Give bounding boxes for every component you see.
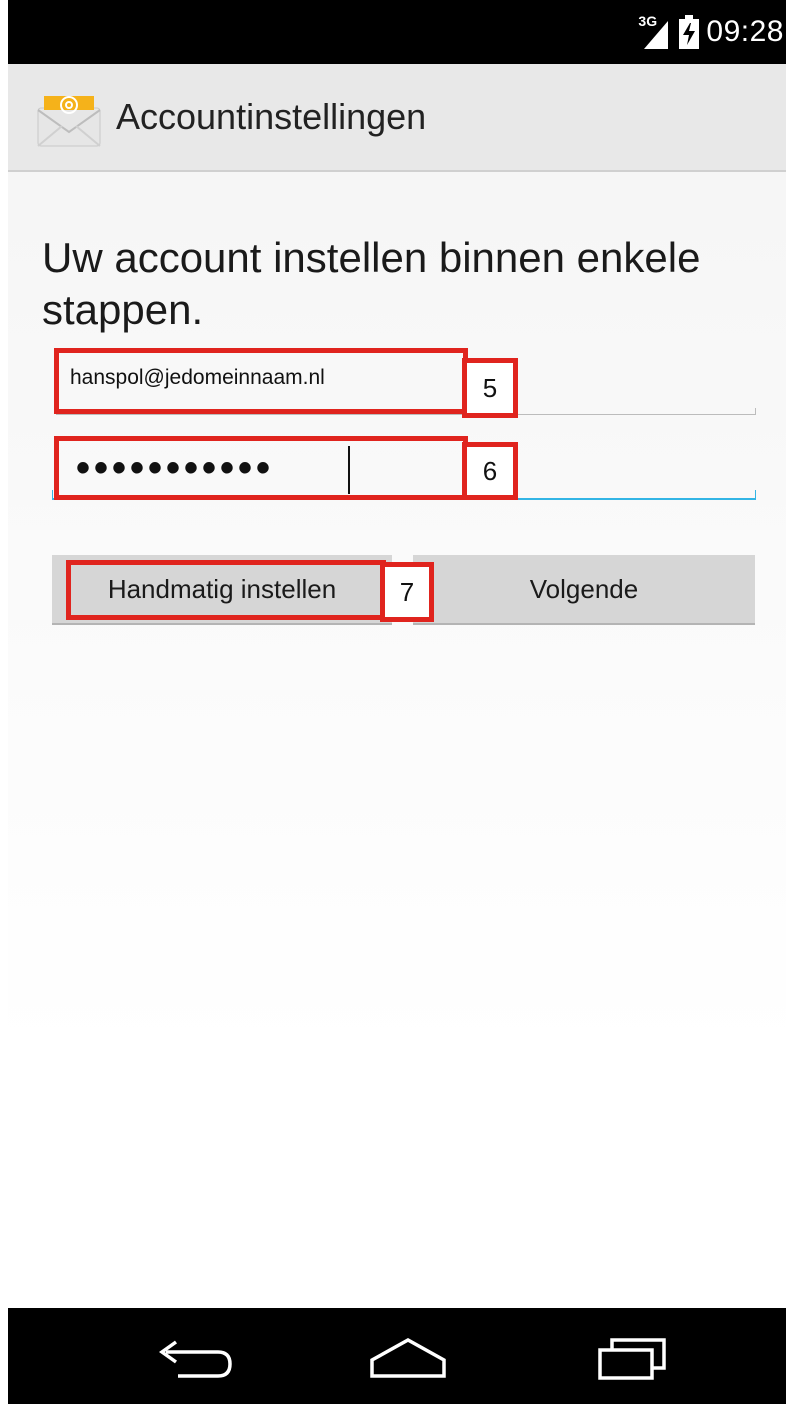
field-underline-tick <box>755 490 756 498</box>
email-app-icon <box>36 92 102 148</box>
network-type-label: 3G <box>638 13 658 29</box>
back-icon[interactable] <box>146 1330 242 1386</box>
battery-icon <box>678 15 700 49</box>
navigation-bar <box>8 1308 786 1404</box>
status-icons: 3G 09:28 <box>638 8 784 56</box>
manual-button-highlight-box <box>66 560 386 620</box>
step-badge-6: 6 <box>462 442 518 500</box>
field-underline-tick <box>755 408 756 414</box>
action-bar: Accountinstellingen <box>8 64 786 172</box>
home-icon[interactable] <box>360 1330 456 1386</box>
next-button[interactable]: Volgende <box>413 555 755 625</box>
signal-icon: 3G <box>638 13 672 49</box>
step-badge-5: 5 <box>462 358 518 418</box>
recent-apps-icon[interactable] <box>582 1330 678 1386</box>
status-clock: 09:28 <box>706 15 784 48</box>
field-underline-tick <box>52 490 53 498</box>
setup-heading: Uw account instellen binnen enkele stapp… <box>42 234 701 333</box>
password-highlight-box <box>54 436 468 500</box>
email-highlight-box <box>54 348 468 414</box>
status-bar: 3G 09:28 <box>8 0 786 64</box>
step-badge-7: 7 <box>380 562 434 622</box>
page-title: Accountinstellingen <box>116 96 427 137</box>
phone-screen: 3G 09:28 Accountinstellingen Uw account … <box>8 0 786 1404</box>
